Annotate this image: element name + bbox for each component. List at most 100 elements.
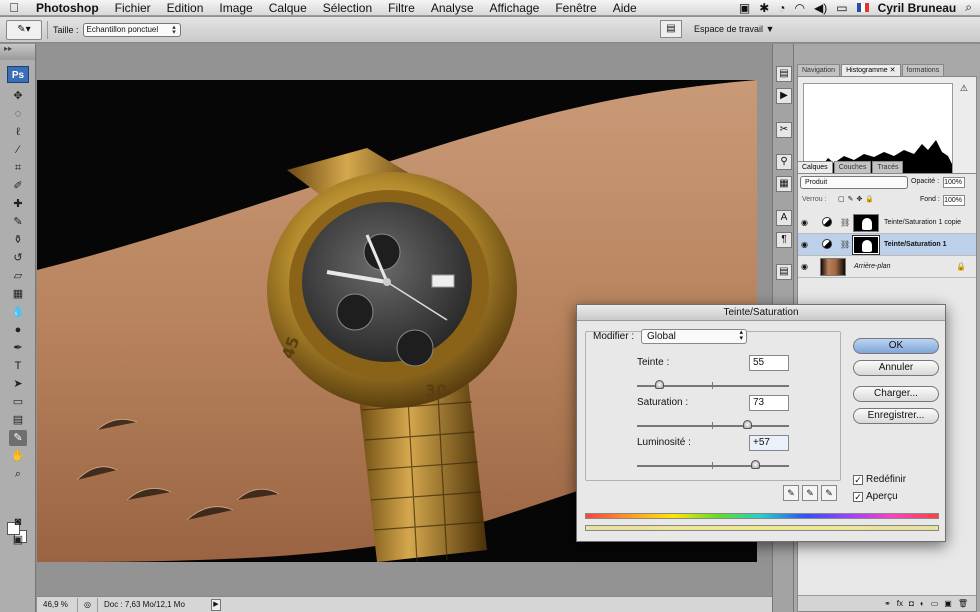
fill-field[interactable]: 100% xyxy=(943,195,965,206)
tab-navigation[interactable]: Navigation xyxy=(797,64,841,76)
quick-select-tool-icon[interactable]: ⁄ xyxy=(9,142,27,158)
dock-character-icon[interactable]: A xyxy=(776,210,792,226)
saturation-slider-knob[interactable] xyxy=(743,420,752,429)
saturation-slider[interactable] xyxy=(637,420,789,429)
link-layers-icon[interactable]: ⚭ xyxy=(884,599,891,608)
history-brush-icon[interactable]: ↺ xyxy=(9,250,27,266)
add-mask-icon[interactable]: ◘ xyxy=(909,599,914,608)
new-layer-icon[interactable]: ▣ xyxy=(944,599,952,608)
eyedropper-minus-icon[interactable]: ✎ xyxy=(821,485,837,501)
crop-tool-icon[interactable]: ⌗ xyxy=(9,160,27,176)
menu-fichier[interactable]: Fichier xyxy=(107,1,159,15)
toolbox-header[interactable]: ▸▸ xyxy=(0,44,35,60)
slice-tool-icon[interactable]: ✐ xyxy=(9,178,27,194)
ok-button[interactable]: OK xyxy=(853,338,939,354)
menu-analyse[interactable]: Analyse xyxy=(423,1,482,15)
status-menu-arrow-icon[interactable]: ▶ xyxy=(210,598,221,611)
apple-icon[interactable]:  xyxy=(0,0,28,15)
hand-tool-icon[interactable]: ✋ xyxy=(9,448,27,464)
dock-layer-comps-icon[interactable]: ▤ xyxy=(776,264,792,280)
healing-brush-icon[interactable]: ✚ xyxy=(9,196,27,212)
blur-tool-icon[interactable]: 💧 xyxy=(9,304,27,320)
dock-clone-icon[interactable]: ⚲ xyxy=(776,154,792,170)
gradient-tool-icon[interactable]: ▦ xyxy=(9,286,27,302)
lightness-slider[interactable] xyxy=(637,460,789,469)
layer-row[interactable]: ◉ Arrière-plan 🔒 xyxy=(798,256,976,278)
marquee-tool-icon[interactable]: ◌ xyxy=(9,106,27,122)
layer-mask-thumbnail[interactable] xyxy=(852,235,880,255)
opacity-field[interactable]: 100% xyxy=(943,177,965,188)
trash-icon[interactable]: 🗑 xyxy=(958,599,968,608)
workspace-icon-button[interactable]: ▤ xyxy=(660,20,682,38)
saturation-field[interactable]: 73 xyxy=(749,395,789,411)
stamp-tool-icon[interactable]: ⚱ xyxy=(9,232,27,248)
path-select-icon[interactable]: ➤ xyxy=(9,376,27,392)
eyedropper-plus-icon[interactable]: ✎ xyxy=(802,485,818,501)
spotlight-icon[interactable]: ⌕ xyxy=(965,0,972,15)
eye-icon[interactable]: ◉ xyxy=(801,240,808,249)
menu-app-name[interactable]: Photoshop xyxy=(28,1,107,15)
layer-row[interactable]: ◉ ⛓ Teinte/Saturation 1 copie xyxy=(798,212,976,234)
warning-icon[interactable]: ⚠ xyxy=(960,83,968,94)
user-name[interactable]: Cyril Bruneau xyxy=(878,1,957,15)
menu-image[interactable]: Image xyxy=(211,1,260,15)
eye-icon[interactable]: ◉ xyxy=(801,262,808,271)
pen-tool-icon[interactable]: ✒ xyxy=(9,340,27,356)
volume-icon[interactable]: ◀) xyxy=(814,1,827,15)
battery-icon[interactable]: ▭ xyxy=(836,1,847,15)
blend-mode-select[interactable]: Produit xyxy=(800,176,908,189)
ps-logo[interactable]: Ps xyxy=(7,66,29,83)
brush-tool-icon[interactable]: ✎ xyxy=(9,214,27,230)
dock-tools-icon[interactable]: ✂ xyxy=(776,122,792,138)
workspace-menu[interactable]: Espace de travail ▼ xyxy=(694,24,774,34)
tab-informations[interactable]: formations xyxy=(901,64,945,76)
sample-size-select[interactable]: Echantillon ponctuel ▴ ▾ xyxy=(82,22,181,37)
dialog-title[interactable]: Teinte/Saturation xyxy=(577,305,945,321)
new-group-icon[interactable]: ▭ xyxy=(931,599,939,608)
type-tool-icon[interactable]: T xyxy=(9,358,27,374)
colorize-checkbox[interactable]: ✓ Redéfinir xyxy=(853,474,906,485)
save-button[interactable]: Enregistrer... xyxy=(853,408,939,424)
eye-icon[interactable]: ◉ xyxy=(801,218,808,227)
cancel-button[interactable]: Annuler xyxy=(853,360,939,376)
dock-history-icon[interactable]: ▤ xyxy=(776,66,792,82)
hue-slider-knob[interactable] xyxy=(655,380,664,389)
menu-fenetre[interactable]: Fenêtre xyxy=(547,1,604,15)
layer-row[interactable]: ◉ ⛓ Teinte/Saturation 1 xyxy=(798,234,976,256)
lock-icons[interactable]: ▢✎✥🔒 xyxy=(838,195,877,203)
zoom-level[interactable]: 46,9 % xyxy=(37,600,77,609)
script-menu-icon[interactable]: ▣ xyxy=(739,1,750,15)
bluetooth-icon[interactable]: ✱ xyxy=(759,1,769,15)
move-tool-icon[interactable]: ✥ xyxy=(9,88,27,104)
hue-field[interactable]: 55 xyxy=(749,355,789,371)
status-icon[interactable]: ◎ xyxy=(77,597,97,612)
tab-calques[interactable]: Calques xyxy=(797,161,833,173)
notes-tool-icon[interactable]: ▤ xyxy=(9,412,27,428)
lightness-slider-knob[interactable] xyxy=(751,460,760,469)
dodge-tool-icon[interactable]: ● xyxy=(9,322,27,338)
tab-traces[interactable]: Tracés xyxy=(872,161,904,173)
menu-edition[interactable]: Edition xyxy=(159,1,212,15)
french-flag-icon[interactable] xyxy=(856,3,869,12)
eraser-tool-icon[interactable]: ▱ xyxy=(9,268,27,284)
shape-tool-icon[interactable]: ▭ xyxy=(9,394,27,410)
tab-couches[interactable]: Couches xyxy=(833,161,872,173)
dock-brush-icon[interactable]: ▦ xyxy=(776,176,792,192)
preview-checkbox[interactable]: ✓ Aperçu xyxy=(853,491,898,502)
fx-icon[interactable]: fx xyxy=(897,599,903,608)
modifier-select[interactable]: Global ▴ ▾ xyxy=(641,329,747,344)
time-machine-icon[interactable]: ◔ xyxy=(778,1,785,15)
menu-calque[interactable]: Calque xyxy=(261,1,315,15)
dock-paragraph-icon[interactable]: ¶ xyxy=(776,232,792,248)
tool-preset-picker[interactable]: ✎ ▾ xyxy=(6,19,42,40)
layer-mask-thumbnail[interactable] xyxy=(853,214,879,232)
hue-slider[interactable] xyxy=(637,380,789,389)
quick-mask-icon[interactable]: ◙ xyxy=(9,514,27,530)
dock-actions-icon[interactable]: ▶ xyxy=(776,88,792,104)
menu-filtre[interactable]: Filtre xyxy=(380,1,423,15)
lightness-field[interactable]: +57 xyxy=(749,435,789,451)
tab-histogramme[interactable]: Histogramme ✕ xyxy=(841,64,901,76)
menu-selection[interactable]: Sélection xyxy=(315,1,380,15)
lasso-tool-icon[interactable]: ℓ xyxy=(9,124,27,140)
menu-aide[interactable]: Aide xyxy=(605,1,645,15)
